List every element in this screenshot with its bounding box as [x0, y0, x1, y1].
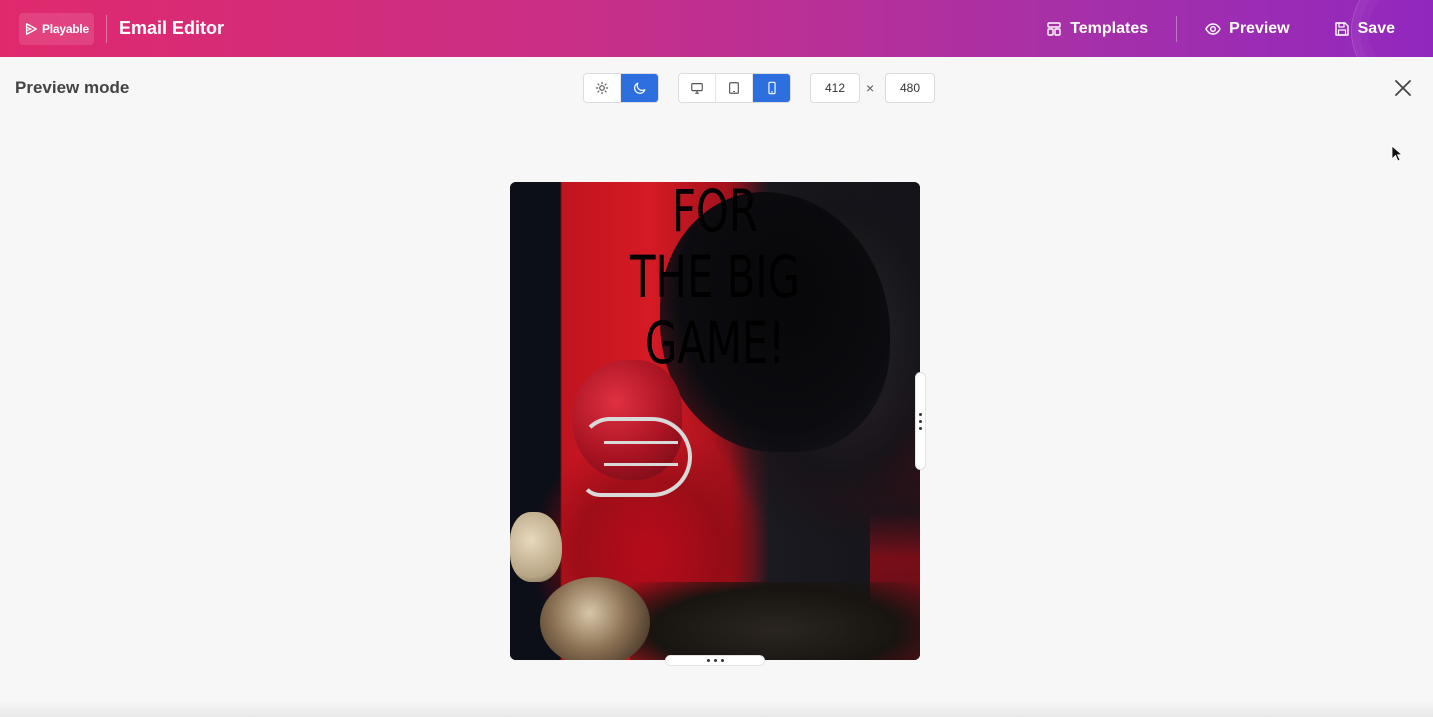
bottom-shade: [0, 700, 1433, 717]
logo-text: Playable: [41, 21, 90, 36]
player-glove: [510, 512, 562, 582]
templates-label: Templates: [1070, 19, 1149, 37]
templates-icon: [1047, 21, 1061, 36]
tablet-view-button[interactable]: [716, 74, 753, 102]
app-title: Email Editor: [119, 18, 225, 38]
mouse-cursor-icon: [1391, 145, 1404, 162]
header-actions: Templates Preview Save: [1046, 0, 1395, 57]
top-header: Playable Email Editor Templates Preview: [0, 0, 1433, 57]
helmet-facemask: [580, 417, 692, 497]
preview-button[interactable]: Preview: [1205, 19, 1290, 38]
eye-icon: [1205, 22, 1221, 35]
play-logo-icon: [25, 22, 37, 35]
moon-icon: [633, 82, 645, 94]
height-resize-handle[interactable]: [665, 655, 765, 666]
theme-toggle: [583, 73, 659, 103]
headline-line-1: FOR: [672, 182, 758, 245]
headline-line-2: THE BIG GAME!: [630, 243, 800, 377]
playable-logo[interactable]: Playable: [19, 12, 94, 45]
hero-bottom-shadow: [630, 582, 920, 660]
header-separator: [1176, 15, 1178, 42]
mobile-icon: [767, 81, 776, 95]
email-preview-frame: FOR THE BIG GAME!: [510, 182, 920, 660]
height-input[interactable]: 480: [885, 73, 935, 103]
mobile-view-button[interactable]: [753, 74, 790, 102]
save-icon: [1334, 21, 1349, 36]
light-mode-button[interactable]: [584, 74, 621, 102]
desktop-icon: [691, 83, 703, 94]
tablet-icon: [729, 82, 739, 94]
width-input[interactable]: 412: [810, 73, 860, 103]
desktop-view-button[interactable]: [679, 74, 716, 102]
sun-icon: [595, 81, 609, 95]
save-label: Save: [1357, 19, 1395, 37]
preview-mode-title: Preview mode: [15, 78, 130, 97]
dimension-separator: ×: [866, 80, 875, 96]
templates-button[interactable]: Templates: [1046, 20, 1148, 38]
device-toggle: [678, 73, 791, 103]
close-preview-icon[interactable]: [1393, 78, 1413, 98]
preview-label: Preview: [1229, 19, 1290, 37]
save-button[interactable]: Save: [1334, 20, 1395, 38]
width-resize-handle[interactable]: [915, 372, 926, 470]
header-divider: [106, 14, 107, 43]
dark-mode-button[interactable]: [621, 74, 658, 102]
email-headline: FOR THE BIG GAME!: [567, 182, 862, 376]
football-ball: [540, 577, 650, 660]
